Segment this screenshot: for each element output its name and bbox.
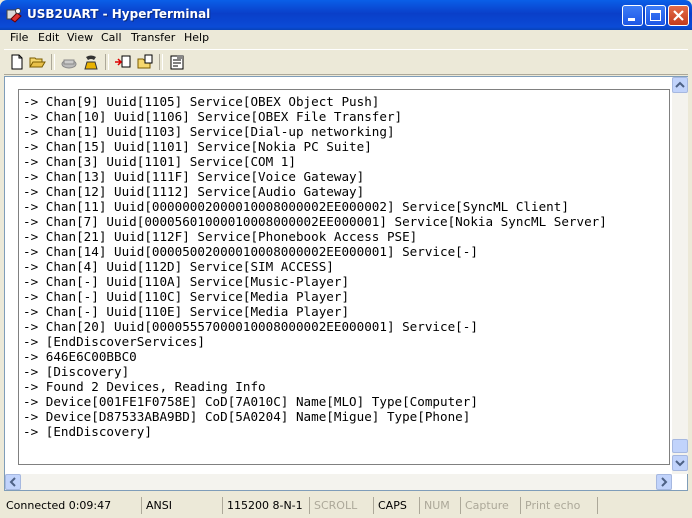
terminal-line: -> [EndDiscoverServices]	[23, 334, 205, 349]
status-bar: Connected 0:09:47 ANSI 115200 8-N-1 SCRO…	[0, 495, 692, 518]
status-caps: CAPS	[375, 497, 420, 514]
chevron-right-icon	[661, 477, 668, 487]
terminal-line: -> Chan[13] Uuid[111F] Service[Voice Gat…	[23, 169, 365, 184]
close-button[interactable]	[668, 5, 689, 26]
properties-icon[interactable]	[168, 53, 186, 71]
minimize-button[interactable]	[622, 5, 643, 26]
terminal-line: -> Chan[-] Uuid[110A] Service[Music-Play…	[23, 274, 350, 289]
maximize-icon	[650, 10, 661, 21]
window-title: USB2UART - HyperTerminal	[27, 7, 211, 21]
menu-transfer[interactable]: Transfer	[131, 31, 175, 44]
toolbar	[4, 49, 688, 75]
vertical-scroll-thumb[interactable]	[672, 439, 688, 453]
terminal-line: -> 646E6C00BBC0	[23, 349, 137, 364]
status-connected: Connected 0:09:47	[3, 497, 142, 514]
chevron-left-icon	[9, 477, 16, 487]
status-scroll: SCROLL	[311, 497, 374, 514]
status-num: NUM	[421, 497, 461, 514]
terminal-line: -> Chan[10] Uuid[1106] Service[OBEX File…	[23, 109, 403, 124]
terminal-line: -> Chan[11] Uuid[00000002000010008000002…	[23, 199, 569, 214]
status-print-echo: Print echo	[522, 497, 598, 514]
terminal-line: -> Found 2 Devices, Reading Info	[23, 379, 266, 394]
menu-call[interactable]: Call	[101, 31, 122, 44]
hyperterminal-window: USB2UART - HyperTerminal File Edit View …	[0, 0, 692, 518]
terminal-line: -> Chan[-] Uuid[110E] Service[Media Play…	[23, 304, 350, 319]
status-empty	[599, 497, 689, 514]
terminal-line: -> Chan[3] Uuid[1101] Service[COM 1]	[23, 154, 296, 169]
chevron-down-icon	[675, 460, 685, 467]
terminal-line: -> Chan[14] Uuid[00005002000010008000002…	[23, 244, 478, 259]
status-capture: Capture	[462, 497, 521, 514]
terminal-line: -> Device[001FE1F0758E] CoD[7A010C] Name…	[23, 394, 478, 409]
menu-help[interactable]: Help	[184, 31, 209, 44]
terminal-line: -> Chan[15] Uuid[1101] Service[Nokia PC …	[23, 139, 372, 154]
minimize-icon	[628, 18, 635, 21]
terminal-line: -> Chan[-] Uuid[110C] Service[Media Play…	[23, 289, 350, 304]
menu-edit[interactable]: Edit	[38, 31, 59, 44]
status-port-settings: 115200 8-N-1	[224, 497, 310, 514]
terminal-line: -> Chan[4] Uuid[112D] Service[SIM ACCESS…	[23, 259, 334, 274]
title-bar[interactable]: USB2UART - HyperTerminal	[0, 0, 692, 30]
disconnect-icon[interactable]	[60, 53, 78, 71]
send-file-icon[interactable]	[114, 53, 132, 71]
terminal-line: -> Chan[1] Uuid[1103] Service[Dial-up ne…	[23, 124, 395, 139]
terminal-frame: -> Chan[9] Uuid[1105] Service[OBEX Objec…	[4, 76, 688, 491]
terminal-line: -> Chan[21] Uuid[112F] Service[Phonebook…	[23, 229, 418, 244]
hyperterminal-icon[interactable]	[6, 7, 22, 23]
maximize-button[interactable]	[645, 5, 666, 26]
terminal-line: -> [Discovery]	[23, 364, 130, 379]
close-icon	[673, 10, 684, 21]
open-folder-icon[interactable]	[28, 53, 46, 71]
menu-bar: File Edit View Call Transfer Help	[4, 28, 688, 48]
terminal-line: -> Chan[9] Uuid[1105] Service[OBEX Objec…	[23, 94, 380, 109]
terminal-line: -> Device[D87533ABA9BD] CoD[5A0204] Name…	[23, 409, 471, 424]
new-document-icon[interactable]	[8, 53, 26, 71]
scroll-left-button[interactable]	[5, 474, 21, 490]
scroll-down-button[interactable]	[672, 455, 688, 471]
terminal-line: -> Chan[12] Uuid[1112] Service[Audio Gat…	[23, 184, 365, 199]
terminal-line: -> Chan[7] Uuid[00005601000010008000002E…	[23, 214, 607, 229]
dial-icon[interactable]	[82, 53, 100, 71]
terminal-output[interactable]: -> Chan[9] Uuid[1105] Service[OBEX Objec…	[18, 89, 670, 465]
status-emulation: ANSI	[143, 497, 223, 514]
receive-file-icon[interactable]	[136, 53, 154, 71]
menu-file[interactable]: File	[10, 31, 28, 44]
vertical-scrollbar[interactable]	[672, 77, 688, 474]
scroll-right-button[interactable]	[656, 474, 672, 490]
menu-view[interactable]: View	[67, 31, 93, 44]
scroll-up-button[interactable]	[672, 77, 688, 93]
horizontal-scrollbar[interactable]	[5, 474, 672, 490]
chevron-up-icon	[675, 81, 685, 88]
terminal-line: -> Chan[20] Uuid[00005557000010008000002…	[23, 319, 478, 334]
terminal-line: -> [EndDiscovery]	[23, 424, 152, 439]
